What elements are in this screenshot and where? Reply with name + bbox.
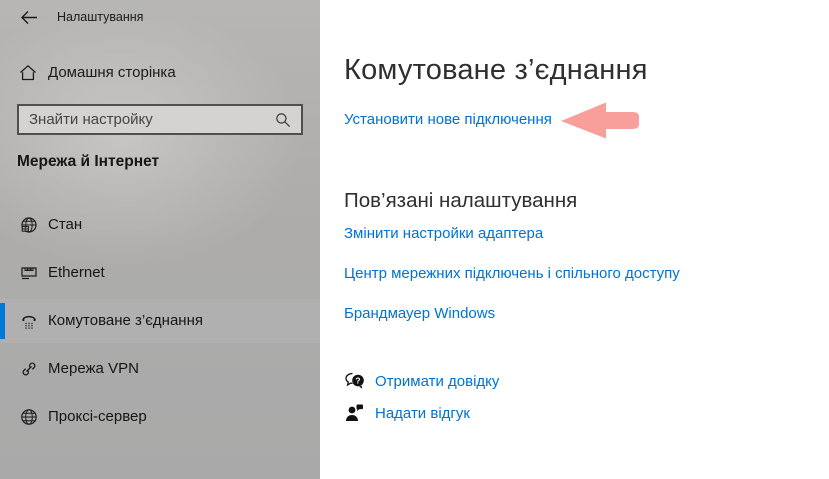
network-status-icon xyxy=(20,216,38,234)
back-arrow-icon xyxy=(20,10,38,25)
search-box[interactable] xyxy=(17,104,303,135)
annotation-arrow-icon xyxy=(560,101,642,141)
svg-text:?: ? xyxy=(355,376,360,386)
setup-new-connection-link[interactable]: Установити нове підключення xyxy=(344,111,552,128)
home-icon xyxy=(19,64,37,82)
selected-accent-bar xyxy=(0,303,5,339)
get-help-row[interactable]: ? Отримати довідку xyxy=(344,370,744,394)
sidebar-item-status[interactable]: Стан xyxy=(0,203,320,247)
ethernet-icon xyxy=(20,264,38,282)
sidebar-item-proxy[interactable]: Проксі-сервер xyxy=(0,395,320,439)
main-content: Комутоване з’єднання Установити нове під… xyxy=(320,0,829,479)
window-title: Налаштування xyxy=(57,10,144,24)
sidebar-item-home[interactable]: Домашня сторінка xyxy=(0,57,320,91)
dialup-phone-icon xyxy=(20,312,38,330)
search-icon[interactable] xyxy=(275,112,291,128)
give-feedback-link[interactable]: Надати відгук xyxy=(375,405,470,422)
sidebar-item-vpn[interactable]: Мережа VPN xyxy=(0,347,320,391)
page-title: Комутоване з’єднання xyxy=(344,54,648,86)
settings-sidebar: Налаштування Домашня сторінка Мережа й І… xyxy=(0,0,320,479)
feedback-person-icon xyxy=(344,403,366,423)
sidebar-item-ethernet[interactable]: Ethernet xyxy=(0,251,320,295)
vpn-icon xyxy=(20,360,38,378)
sidebar-item-label: Домашня сторінка xyxy=(48,64,176,81)
sidebar-section-title: Мережа й Інтернет xyxy=(17,153,160,170)
titlebar: Налаштування xyxy=(0,0,320,36)
back-button[interactable] xyxy=(14,4,44,30)
get-help-link[interactable]: Отримати довідку xyxy=(375,373,499,390)
proxy-globe-icon xyxy=(20,408,38,426)
help-bubble-icon: ? xyxy=(344,371,366,391)
related-settings-heading: Пов’язані налаштування xyxy=(344,189,578,212)
change-adapter-options-link[interactable]: Змінити настройки адаптера xyxy=(344,225,543,242)
sidebar-item-label: Комутоване з’єднання xyxy=(48,312,203,329)
sidebar-item-dialup[interactable]: Комутоване з’єднання xyxy=(0,299,320,343)
sidebar-item-label: Ethernet xyxy=(48,264,105,281)
windows-firewall-link[interactable]: Брандмауер Windows xyxy=(344,305,495,322)
search-input[interactable] xyxy=(29,106,269,133)
network-sharing-center-link[interactable]: Центр мережних підключень і спільного до… xyxy=(344,265,680,282)
sidebar-item-label: Проксі-сервер xyxy=(48,408,147,425)
sidebar-item-label: Стан xyxy=(48,216,83,233)
give-feedback-row[interactable]: Надати відгук xyxy=(344,402,744,426)
sidebar-item-label: Мережа VPN xyxy=(48,360,139,377)
